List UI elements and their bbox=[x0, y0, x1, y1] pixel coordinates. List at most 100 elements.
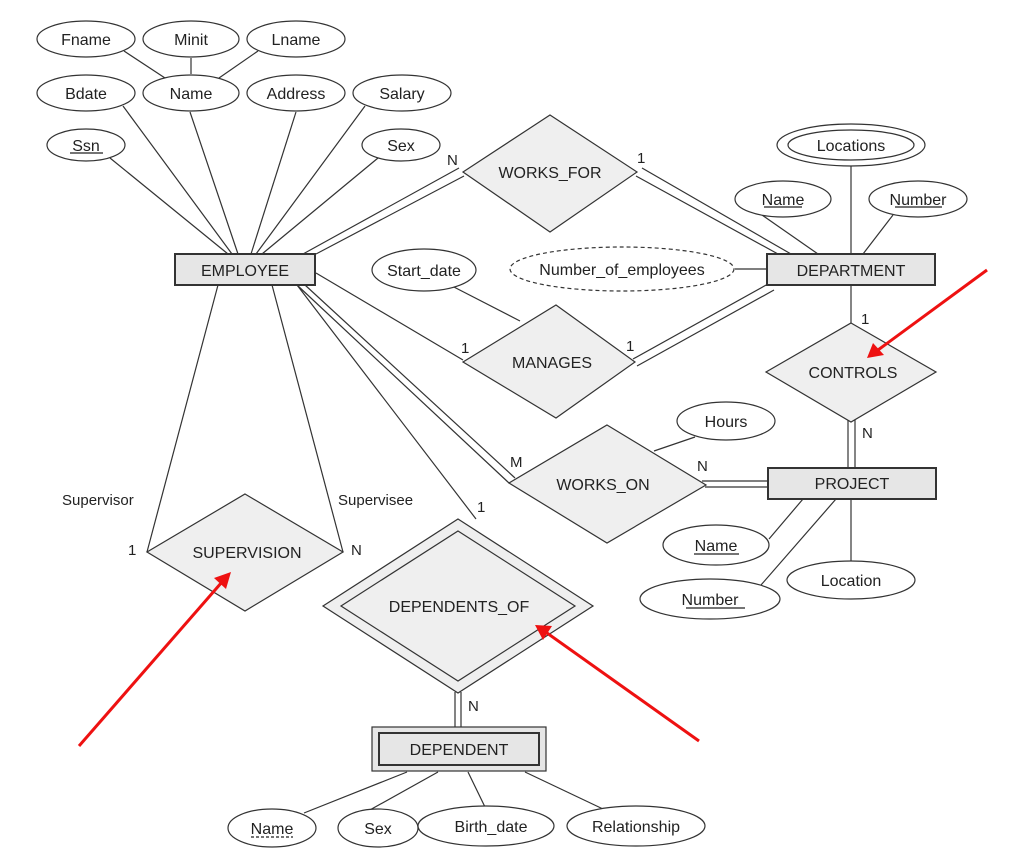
svg-text:Sex: Sex bbox=[364, 821, 392, 838]
line-manages-department-b bbox=[636, 289, 775, 367]
svg-text:WORKS_ON: WORKS_ON bbox=[556, 477, 649, 494]
svg-text:Location: Location bbox=[821, 573, 882, 590]
svg-text:DEPENDENT: DEPENDENT bbox=[410, 742, 509, 759]
relationship-works-for[interactable]: WORKS_FOR bbox=[461, 114, 639, 233]
line-startdate-manages bbox=[449, 284, 521, 322]
card-manages-department: 1 bbox=[626, 338, 634, 355]
attribute-minit[interactable]: Minit bbox=[142, 20, 240, 58]
attribute-locations-multivalued[interactable]: Locations bbox=[776, 123, 926, 167]
svg-text:WORKS_FOR: WORKS_FOR bbox=[498, 165, 601, 182]
line-employee-worksfor-a bbox=[302, 167, 460, 255]
svg-text:SUPERVISION: SUPERVISION bbox=[192, 545, 301, 562]
svg-text:Name: Name bbox=[170, 86, 213, 103]
svg-text:Birth_date: Birth_date bbox=[455, 819, 528, 836]
card-workson-employee: M bbox=[510, 454, 523, 471]
line-employee-workson-a bbox=[296, 284, 510, 484]
attribute-lname[interactable]: Lname bbox=[246, 20, 346, 58]
attribute-hours[interactable]: Hours bbox=[676, 401, 776, 441]
line-sex-employee bbox=[261, 157, 379, 255]
attribute-name[interactable]: Name bbox=[142, 74, 240, 112]
line-employee-workson-b bbox=[304, 284, 516, 479]
svg-text:PROJECT: PROJECT bbox=[815, 476, 890, 493]
attribute-dependent-name-partial-key[interactable]: Name bbox=[227, 808, 317, 848]
card-worksfor-employee: N bbox=[447, 152, 458, 169]
line-hours-workson bbox=[653, 436, 696, 452]
svg-text:Minit: Minit bbox=[174, 32, 208, 49]
svg-text:DEPARTMENT: DEPARTMENT bbox=[797, 263, 906, 280]
line-bdate-employee bbox=[122, 105, 233, 255]
entity-department[interactable]: DEPARTMENT bbox=[766, 253, 936, 286]
role-supervisee: Supervisee bbox=[338, 492, 413, 509]
attribute-department-name-key[interactable]: Name bbox=[734, 180, 832, 218]
card-supervision-supervisee: N bbox=[351, 542, 362, 559]
entity-employee[interactable]: EMPLOYEE bbox=[174, 253, 316, 286]
line-address-employee bbox=[250, 111, 297, 255]
line-birthdate-dependent bbox=[467, 771, 486, 808]
line-manages-department-a bbox=[632, 283, 769, 360]
svg-text:Number: Number bbox=[682, 592, 740, 609]
arrow-to-dependents-of bbox=[535, 625, 700, 743]
line-employee-worksfor-b bbox=[315, 175, 465, 255]
relationship-controls[interactable]: CONTROLS bbox=[764, 322, 938, 423]
svg-text:Relationship: Relationship bbox=[592, 819, 680, 836]
line-projname-project bbox=[768, 498, 804, 540]
line-depname-dependent bbox=[303, 771, 408, 814]
er-diagram: Fname Minit Lname Bdate Name Address Sal… bbox=[36, 20, 988, 848]
line-employee-supervision-supervisee bbox=[271, 284, 344, 553]
svg-text:Salary: Salary bbox=[379, 86, 424, 103]
line-deptnumber-department bbox=[862, 214, 894, 255]
relationship-supervision[interactable]: SUPERVISION bbox=[145, 493, 345, 612]
card-worksfor-department: 1 bbox=[637, 150, 645, 167]
svg-text:Fname: Fname bbox=[61, 32, 111, 49]
svg-text:Lname: Lname bbox=[272, 32, 321, 49]
dependent-attributes: Name Sex Birth_date Relationship bbox=[227, 805, 706, 848]
attribute-ssn-key[interactable]: Ssn bbox=[46, 128, 126, 162]
relationship-works-on[interactable]: WORKS_ON bbox=[507, 424, 708, 544]
svg-text:EMPLOYEE: EMPLOYEE bbox=[201, 263, 289, 280]
relationship-manages[interactable]: MANAGES bbox=[461, 304, 637, 419]
attribute-project-number-key[interactable]: Number bbox=[639, 578, 781, 620]
attribute-start-date[interactable]: Start_date bbox=[371, 248, 477, 292]
card-supervision-supervisor: 1 bbox=[128, 542, 136, 559]
card-dependentsof-employee: 1 bbox=[477, 499, 485, 516]
svg-text:Name: Name bbox=[251, 821, 294, 838]
attribute-number-of-employees-derived[interactable]: Number_of_employees bbox=[509, 246, 735, 292]
attribute-address[interactable]: Address bbox=[246, 74, 346, 112]
line-depsex-dependent bbox=[367, 771, 439, 812]
attribute-project-location[interactable]: Location bbox=[786, 560, 916, 600]
line-lname-name bbox=[218, 50, 259, 79]
arrow-to-supervision bbox=[77, 572, 231, 747]
attribute-birth-date[interactable]: Birth_date bbox=[417, 805, 555, 847]
svg-text:Name: Name bbox=[695, 538, 738, 555]
role-supervisor: Supervisor bbox=[62, 492, 134, 509]
line-relationship-dependent bbox=[524, 771, 604, 810]
entity-project[interactable]: PROJECT bbox=[767, 467, 937, 500]
card-controls-department: 1 bbox=[861, 311, 869, 328]
card-dependentsof-dependent: N bbox=[468, 698, 479, 715]
attribute-sex[interactable]: Sex bbox=[361, 128, 441, 162]
attribute-salary[interactable]: Salary bbox=[352, 74, 452, 112]
line-salary-employee bbox=[255, 105, 366, 255]
card-workson-project: N bbox=[697, 458, 708, 475]
svg-text:Bdate: Bdate bbox=[65, 86, 107, 103]
line-fname-name bbox=[123, 50, 166, 79]
svg-text:Start_date: Start_date bbox=[387, 263, 461, 280]
svg-text:Number_of_employees: Number_of_employees bbox=[539, 262, 704, 279]
svg-text:Hours: Hours bbox=[705, 414, 748, 431]
attribute-bdate[interactable]: Bdate bbox=[36, 74, 136, 112]
svg-text:Locations: Locations bbox=[817, 138, 886, 155]
entity-dependent-weak[interactable]: DEPENDENT bbox=[371, 726, 547, 772]
card-controls-project: N bbox=[862, 425, 873, 442]
svg-text:MANAGES: MANAGES bbox=[512, 355, 592, 372]
attribute-fname[interactable]: Fname bbox=[36, 20, 136, 58]
attribute-dependent-sex[interactable]: Sex bbox=[337, 808, 419, 848]
attribute-relationship[interactable]: Relationship bbox=[566, 805, 706, 847]
attribute-department-number-key[interactable]: Number bbox=[868, 180, 968, 218]
svg-text:Sex: Sex bbox=[387, 138, 415, 155]
card-manages-employee: 1 bbox=[461, 340, 469, 357]
attribute-project-name-key[interactable]: Name bbox=[662, 524, 770, 566]
svg-text:DEPENDENTS_OF: DEPENDENTS_OF bbox=[389, 599, 530, 616]
relationship-dependents-of-identifying[interactable]: DEPENDENTS_OF bbox=[321, 518, 595, 694]
line-name-employee bbox=[189, 111, 239, 255]
line-employee-supervision-supervisor bbox=[146, 284, 219, 553]
